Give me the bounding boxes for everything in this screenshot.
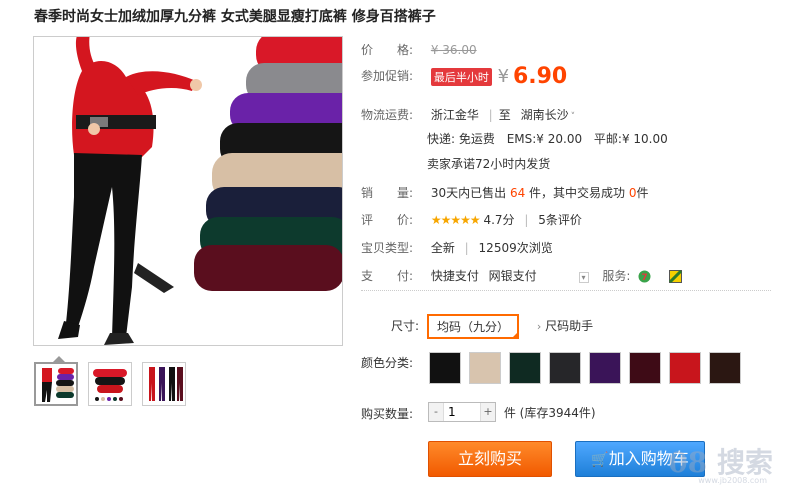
rating-label: 评 价: bbox=[361, 213, 414, 227]
promo-yen: ¥ bbox=[497, 66, 510, 87]
shipping-to: 湖南长沙 bbox=[520, 108, 569, 122]
guarantee-icon[interactable] bbox=[669, 269, 683, 284]
surface-fee: 平邮:¥ 10.00 bbox=[593, 132, 668, 146]
payment-label: 支 付: bbox=[361, 269, 414, 283]
shipping-destination[interactable]: 湖南长沙 ˅ bbox=[521, 108, 576, 122]
payment-row: 支 付: 快捷支付 网银支付 ▾ 服务: 7 bbox=[361, 267, 683, 284]
product-title: 春季时尚女士加绒加厚九分裤 女式美腿显瘦打底裤 修身百搭裤子 bbox=[34, 9, 436, 25]
size-helper-link[interactable]: › 尺码助手 bbox=[535, 319, 593, 333]
shipping-from: 浙江金华 bbox=[430, 108, 479, 122]
color-swatch-black[interactable] bbox=[429, 352, 461, 384]
svg-text:7: 7 bbox=[642, 273, 648, 283]
quantity-increase-button[interactable]: + bbox=[481, 403, 495, 421]
promo-badge: 最后半小时 bbox=[430, 67, 492, 86]
size-label: 尺寸: bbox=[390, 319, 419, 333]
sales-prefix: 30天内已售出 bbox=[430, 186, 507, 200]
thumbnail-strip bbox=[34, 362, 186, 406]
color-swatch-red[interactable] bbox=[669, 352, 701, 384]
color-swatch-charcoal[interactable] bbox=[549, 352, 581, 384]
rating-score: 4.7分 bbox=[483, 213, 515, 227]
section-divider bbox=[361, 290, 771, 291]
rating-separator: | bbox=[524, 213, 529, 227]
item-type-separator: | bbox=[464, 241, 469, 255]
shipping-row: 物流运费: 浙江金华 | 至 湖南长沙 ˅ bbox=[361, 106, 575, 123]
item-type-label: 宝贝类型: bbox=[361, 241, 414, 255]
service-label: 服务: bbox=[602, 269, 631, 283]
color-swatch-brown[interactable] bbox=[709, 352, 741, 384]
promo-row: 参加促销: 最后半小时 ¥ 6.90 bbox=[361, 64, 567, 89]
shipping-fees: 快递: 免运费 EMS:¥ 20.00 平邮:¥ 10.00 bbox=[427, 130, 668, 147]
product-main-image[interactable] bbox=[33, 36, 343, 346]
watermark-logo: 08 搜索 bbox=[668, 446, 773, 479]
promo-label: 参加促销: bbox=[361, 69, 414, 83]
color-swatch-purple[interactable] bbox=[589, 352, 621, 384]
buy-now-button[interactable]: 立刻购买 bbox=[428, 441, 552, 477]
seller-promise: 卖家承诺72小时内发货 bbox=[427, 157, 551, 171]
chevron-down-icon: ˅ bbox=[570, 112, 576, 122]
color-label: 颜色分类: bbox=[361, 356, 414, 370]
original-price: ¥ 36.00 bbox=[430, 43, 477, 57]
item-type-value: 全新 bbox=[430, 241, 455, 255]
shipping-separator: | bbox=[488, 108, 493, 122]
payment-expand-icon[interactable]: ▾ bbox=[578, 272, 589, 283]
shipping-label: 物流运费: bbox=[361, 108, 414, 122]
color-swatch-beige[interactable] bbox=[469, 352, 501, 384]
quantity-row: - + 件 (库存3944件) bbox=[424, 402, 596, 422]
seven-day-return-icon[interactable]: 7 bbox=[638, 270, 651, 283]
payment-method-quick: 快捷支付 bbox=[430, 269, 479, 283]
sales-suffix: 件 bbox=[636, 186, 649, 200]
review-count-link[interactable]: 5条评价 bbox=[538, 213, 582, 227]
size-row: 均码（九分） › 尺码助手 bbox=[421, 314, 593, 339]
color-swatches bbox=[421, 352, 741, 384]
thumbnail-2[interactable] bbox=[88, 362, 132, 406]
payment-method-bank: 网银支付 bbox=[488, 269, 537, 283]
view-count: 12509次浏览 bbox=[478, 241, 553, 255]
sales-success: 0 bbox=[628, 186, 637, 200]
sales-mid: 件，其中交易成功 bbox=[529, 186, 626, 200]
promo-price: 6.90 bbox=[512, 64, 568, 89]
price-label: 价 格: bbox=[361, 43, 414, 57]
sales-count: 64 bbox=[509, 186, 526, 200]
sales-row: 销 量: 30天内已售出 64 件，其中交易成功 0件 bbox=[361, 184, 649, 201]
item-type-row: 宝贝类型: 全新 | 12509次浏览 bbox=[361, 239, 553, 256]
quantity-input[interactable] bbox=[443, 403, 481, 421]
quantity-label: 购买数量: bbox=[361, 407, 414, 421]
ems-fee: EMS:¥ 20.00 bbox=[506, 132, 583, 146]
express-fee: 快递: 免运费 bbox=[427, 132, 495, 146]
quantity-stepper: - + bbox=[428, 402, 496, 422]
thumbnail-3[interactable] bbox=[142, 362, 186, 406]
size-helper-label: 尺码助手 bbox=[545, 319, 594, 333]
size-option-selected[interactable]: 均码（九分） bbox=[427, 314, 520, 339]
rating-row: 评 价: ★★★★★ 4.7分 | 5条评价 bbox=[361, 211, 582, 228]
shipping-to-prefix: 至 bbox=[498, 108, 511, 122]
chevron-right-icon: › bbox=[536, 320, 542, 333]
quantity-decrease-button[interactable]: - bbox=[429, 403, 443, 421]
cart-icon: 🛒 bbox=[591, 452, 609, 468]
color-swatch-wine[interactable] bbox=[629, 352, 661, 384]
watermark-url: www.jb2008.com bbox=[698, 476, 767, 485]
stock-info: 件 (库存3944件) bbox=[503, 405, 596, 420]
sales-label: 销 量: bbox=[361, 186, 414, 200]
color-swatch-dark-green[interactable] bbox=[509, 352, 541, 384]
thumbnail-1[interactable] bbox=[34, 362, 78, 406]
price-row: 价 格: ¥ 36.00 bbox=[361, 41, 477, 58]
rating-stars-icon: ★★★★★ bbox=[430, 213, 481, 227]
